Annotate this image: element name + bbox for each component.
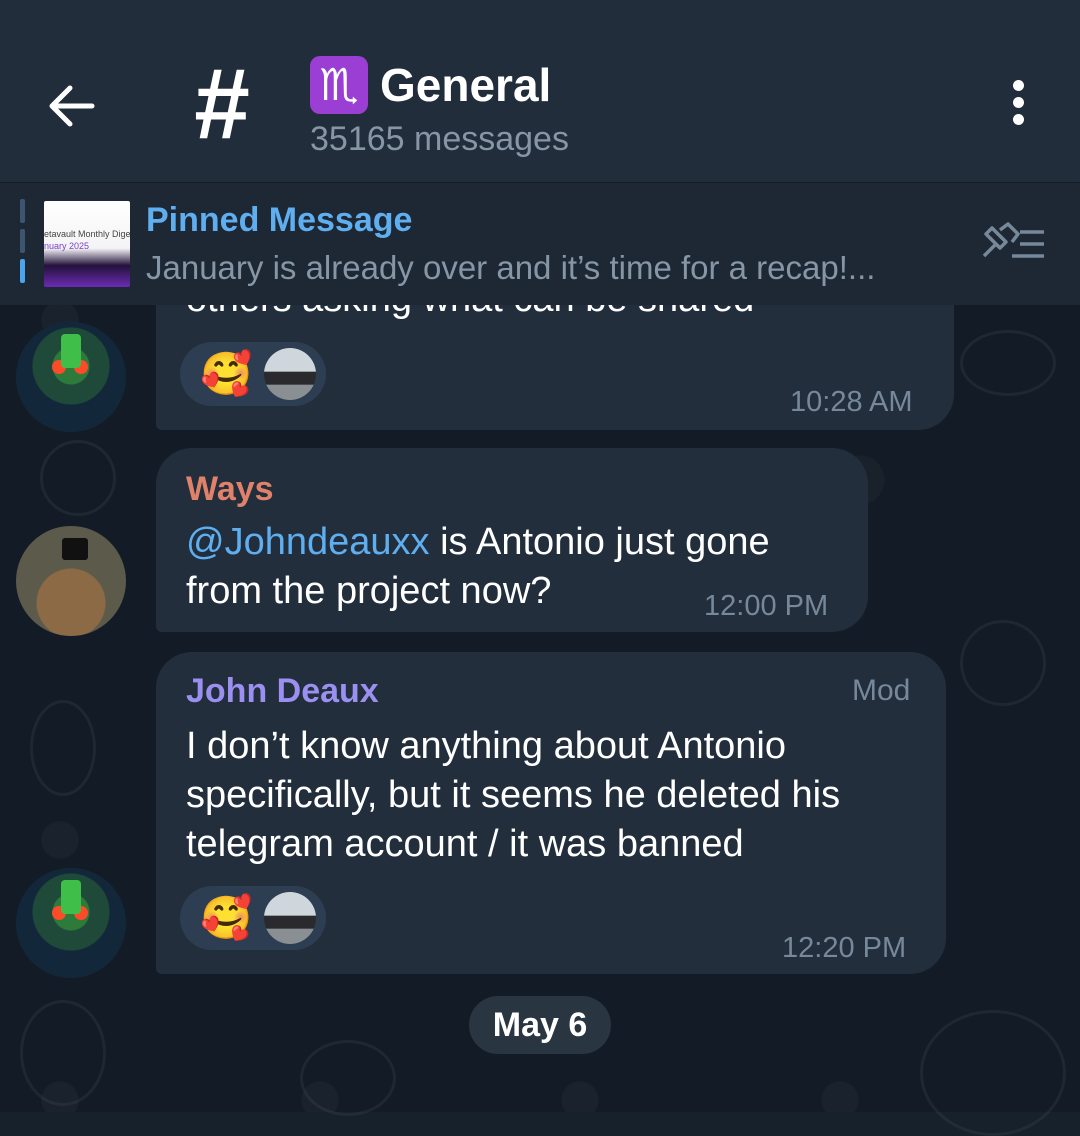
mod-badge: Mod (852, 674, 911, 707)
message-text-line: I don’t know anything about Antonio (186, 725, 787, 767)
smiling-hearts-emoji: 🥰 (200, 349, 253, 398)
background-doodle (960, 620, 1046, 706)
message-sender[interactable]: Ways (186, 470, 274, 509)
reactor-avatar (264, 348, 316, 400)
message-time: 10:28 AM (790, 386, 913, 418)
back-arrow-icon[interactable] (44, 78, 100, 134)
pinned-list-icon[interactable] (978, 220, 1048, 264)
user-mention[interactable]: @Johndeauxx (186, 521, 430, 563)
background-doodle (960, 330, 1056, 396)
pinned-thumbnail: etavault Monthly Digest nuary 2025 (44, 201, 130, 287)
background-doodle (20, 1000, 106, 1106)
reactions-row: 🥰 (180, 342, 326, 406)
background-doodle (920, 1010, 1066, 1136)
background-doodle (300, 1040, 396, 1116)
chat-title-area[interactable]: ♏ General 35165 messages (310, 56, 569, 159)
reaction-button[interactable]: 🥰 (180, 342, 326, 406)
chat-title: General (380, 59, 552, 111)
message-time: 12:20 PM (782, 932, 907, 964)
message-text-line: telegram account / it was banned (186, 823, 744, 865)
pinned-message-bar[interactable]: etavault Monthly Digest nuary 2025 Pinne… (0, 182, 1080, 305)
message-text-line: specifically, but it seems he deleted hi… (186, 774, 841, 816)
background-doodle (40, 440, 116, 516)
avatar[interactable] (16, 868, 126, 978)
more-menu-icon[interactable] (1000, 80, 1036, 136)
thumbnail-text: nuary 2025 (44, 241, 90, 251)
pinned-label: Pinned Message (146, 201, 413, 239)
avatar[interactable] (16, 322, 126, 432)
date-separator: May 6 (469, 996, 611, 1054)
pinned-text: January is already over and it’s time fo… (146, 249, 876, 286)
chat-header: # ♏ General 35165 messages (0, 0, 1080, 182)
background-doodle (30, 700, 96, 796)
reaction-button[interactable]: 🥰 (180, 886, 326, 950)
topic-hash-icon: # (194, 48, 250, 160)
pinned-indicator (20, 199, 25, 287)
thumbnail-text: etavault Monthly Digest (44, 229, 130, 239)
smiling-hearts-emoji: 🥰 (200, 893, 253, 942)
message-time: 12:00 PM (704, 590, 829, 622)
avatar[interactable] (16, 526, 126, 636)
reactions-row: 🥰 (180, 886, 326, 950)
message-count: 35165 messages (310, 120, 569, 158)
message-text: I don’t know anything about Antonio spec… (186, 722, 926, 869)
message-sender[interactable]: John Deaux (186, 672, 379, 711)
scorpio-icon: ♏ (310, 56, 368, 114)
reactor-avatar (264, 892, 316, 944)
